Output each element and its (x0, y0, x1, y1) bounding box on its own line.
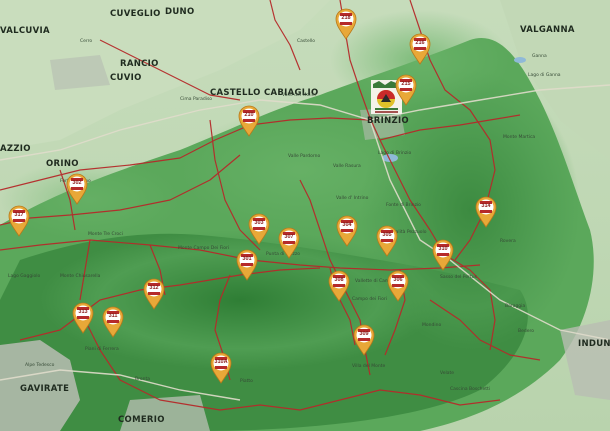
place-label: Cima Paradiso (180, 97, 213, 102)
trail-pin[interactable]: 210 (238, 105, 260, 137)
place-label: Mondino (422, 323, 442, 328)
place-label: VALCUVIA (0, 26, 50, 36)
place-label: Velate (440, 371, 455, 376)
place-label: Valle d' Intrino (336, 196, 369, 201)
trail-pin-number: 313 (78, 309, 88, 315)
trail-pin-number: 309 (359, 331, 369, 337)
trail-pin[interactable]: 303 (248, 213, 270, 245)
place-label: CUVEGLIO (110, 9, 161, 19)
trail-map[interactable]: CASTELLO CABIAGLIO ORINO BRINZIO VALGANN… (0, 0, 610, 431)
trail-pin-number: 308 (334, 277, 344, 283)
place-label: Villa del Monte (352, 364, 386, 369)
trail-pin[interactable]: 314 (475, 196, 497, 228)
place-label: Monte Martica (503, 135, 536, 140)
trail-pin-number: 314 (481, 203, 491, 209)
place-label: Rovera (500, 239, 516, 244)
trail-pin-number: 218 (341, 15, 351, 21)
place-label: Baraggia (505, 304, 526, 309)
place-label: Campo dei Fiori (352, 297, 387, 302)
trail-pin[interactable]: 218 (335, 8, 357, 40)
trail-pin[interactable]: 311 (102, 306, 124, 338)
place-label: Monte Campo Dei Fiori (178, 246, 230, 251)
place-label: Monte Chiusarella (60, 274, 101, 279)
trail-pin-number: 311 (108, 313, 118, 319)
place-label: Valle Rasura (333, 164, 361, 169)
trail-pin[interactable]: 310 (432, 239, 454, 271)
trail-pin[interactable]: 307 (278, 227, 300, 259)
trail-pin-number: 210 (244, 112, 254, 118)
place-label: INDUNO (578, 339, 610, 349)
place-label: Cerro (80, 39, 93, 44)
trail-pin[interactable]: 302 (66, 173, 88, 205)
place-label: Fonte di Brinzio (386, 203, 421, 208)
trail-pin-number: 317 (14, 212, 24, 218)
place-label: BRINZIO (367, 116, 409, 126)
trail-pin-number: 304 (342, 222, 352, 228)
trail-pin-number: 306 (393, 277, 403, 283)
trail-pin[interactable]: 313 (72, 302, 94, 334)
place-label: Lago di Ganna (528, 73, 561, 78)
trail-pin-number: 305 (382, 232, 392, 238)
trail-pin-number: 310 (438, 246, 448, 252)
place-label: VALGANNA (520, 25, 575, 35)
trail-pin-number: 312 (149, 285, 159, 291)
trail-pin-number: 215 (401, 81, 411, 87)
place-label: Brenta (135, 377, 150, 382)
place-label: GAVIRATE (20, 384, 70, 394)
place-label: Cascina Boschetti (450, 387, 491, 392)
trail-pin[interactable]: 216 (409, 33, 431, 65)
place-label: ORINO (46, 159, 79, 169)
trail-pin-number: 216 (415, 40, 425, 46)
place-label: Monte Tre Croci (88, 232, 123, 237)
terrain-layer (0, 0, 610, 431)
trail-pin-number: 302 (72, 180, 82, 186)
place-label: AZZIO (0, 144, 31, 154)
trail-pin[interactable]: 308 (328, 270, 350, 302)
trail-pin[interactable]: 309 (353, 324, 375, 356)
trail-pin[interactable]: 301 (236, 249, 258, 281)
trail-pin-number: 310A (214, 359, 228, 365)
place-label: CUVIO (110, 73, 142, 83)
trail-pin-number: 301 (242, 256, 252, 262)
place-label: Lago Gaggiolo (8, 274, 41, 279)
trail-pin[interactable]: 306 (387, 270, 409, 302)
place-label: Bedero (518, 329, 534, 334)
place-label: Sasso del Pertus (440, 275, 477, 280)
place-label: RANCIO (120, 59, 159, 69)
place-label: DUNO (165, 7, 195, 17)
place-label: Piani di Ferrera (85, 347, 119, 352)
trail-pin[interactable]: 317 (8, 205, 30, 237)
place-label: Ganna (532, 54, 547, 59)
trail-pin[interactable]: 312 (143, 278, 165, 310)
place-label: Valle dei Molini (282, 93, 316, 98)
trail-pin[interactable]: 305 (376, 225, 398, 257)
place-label: Lago di Brinzio (378, 151, 412, 156)
place-label: COMERIO (118, 415, 165, 425)
trail-pin[interactable]: 310A (210, 352, 232, 384)
trail-pin-number: 307 (284, 234, 294, 240)
place-label: Valle Pardorno (288, 154, 321, 159)
trail-pin-number: 303 (254, 220, 264, 226)
place-label: Castello (297, 39, 316, 44)
trail-pin[interactable]: 304 (336, 215, 358, 247)
trail-pin[interactable]: 215 (395, 74, 417, 106)
place-label: Alpe Tedesco (25, 363, 55, 368)
place-label: Piatto (240, 379, 253, 384)
